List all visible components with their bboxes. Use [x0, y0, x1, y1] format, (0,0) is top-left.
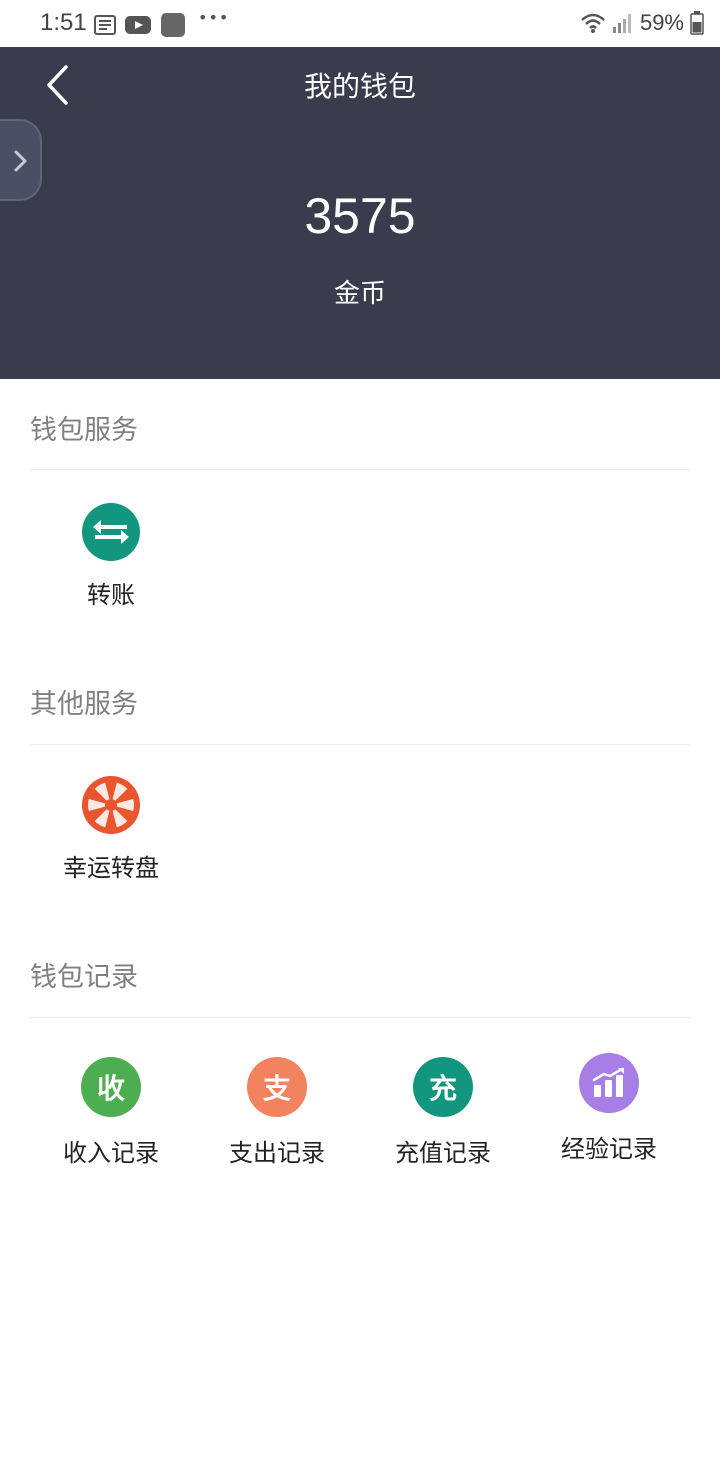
experience-chart-icon: [579, 1053, 639, 1113]
wallet-header: 我的钱包 3575 金币: [0, 47, 720, 379]
expense-records-label: 支出记录: [229, 1139, 325, 1167]
income-icon: 收: [81, 1057, 141, 1117]
youtube-icon: [125, 16, 151, 34]
wallet-records-title: 钱包记录: [30, 962, 138, 993]
transfer-label: 转账: [87, 581, 135, 609]
battery-icon: [690, 11, 704, 35]
expense-icon: 支: [247, 1057, 307, 1117]
signal-icon: [612, 14, 631, 33]
income-records-label: 收入记录: [63, 1139, 159, 1167]
wifi-icon: [581, 13, 605, 33]
lucky-wheel-label: 幸运转盘: [63, 854, 159, 882]
chevron-right-icon: [14, 150, 27, 172]
expense-records-tile[interactable]: 支 支出记录: [197, 1057, 357, 1168]
transfer-icon: [82, 503, 140, 561]
experience-records-tile[interactable]: 经验记录: [529, 1053, 689, 1164]
lucky-wheel-tile[interactable]: 幸运转盘: [31, 776, 191, 883]
other-services-title: 其他服务: [30, 689, 138, 720]
status-time: 1:51: [40, 9, 87, 36]
recharge-icon: 充: [413, 1057, 473, 1117]
divider: [30, 469, 690, 470]
status-bar: 1:51 ••• 59%: [0, 0, 720, 48]
wallet-services-title: 钱包服务: [30, 415, 138, 446]
income-records-tile[interactable]: 收 收入记录: [31, 1057, 191, 1168]
balance-unit-label: 金币: [333, 279, 386, 309]
divider: [30, 744, 690, 745]
more-notifications-icon: •••: [198, 8, 230, 27]
notification-icons: [94, 12, 186, 38]
experience-records-label: 经验记录: [561, 1135, 657, 1163]
battery-percent: 59%: [639, 10, 684, 35]
coin-balance: 3575: [304, 188, 416, 244]
divider: [30, 1017, 690, 1018]
transfer-tile[interactable]: 转账: [31, 503, 191, 610]
system-icons: 59%: [580, 10, 704, 36]
page-title: 我的钱包: [303, 70, 416, 103]
recharge-records-tile[interactable]: 充 充值记录: [363, 1057, 523, 1168]
news-icon: [94, 15, 116, 35]
recharge-records-label: 充值记录: [395, 1139, 491, 1167]
app-icon: [161, 13, 185, 37]
lucky-wheel-icon: [82, 776, 140, 834]
